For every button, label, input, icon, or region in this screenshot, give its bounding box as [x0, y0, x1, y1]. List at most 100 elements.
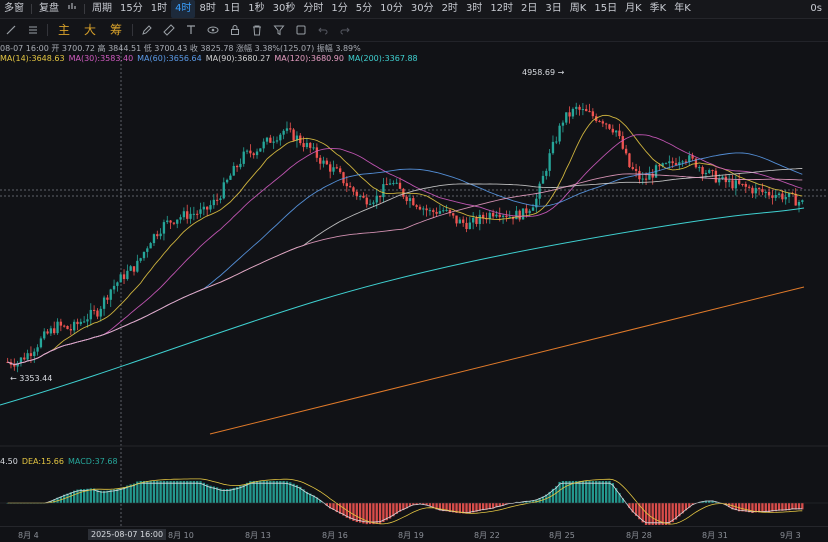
- macd-bar: [664, 503, 668, 525]
- x-tick-label: 8月 13: [245, 531, 271, 540]
- candle-body: [209, 205, 212, 210]
- lock-icon[interactable]: [224, 19, 246, 41]
- candle-body: [289, 128, 292, 130]
- macd-bar: [368, 503, 372, 525]
- x-tick-label: 8月 19: [398, 531, 424, 540]
- period-10[interactable]: 30秒: [269, 0, 300, 18]
- chart-type-icon[interactable]: [63, 0, 81, 18]
- macd-bar: [186, 481, 189, 503]
- period-15[interactable]: 30分: [407, 0, 438, 18]
- period-3[interactable]: 周期: [88, 0, 116, 18]
- period-13[interactable]: 5分: [352, 0, 376, 18]
- candle-body: [428, 210, 432, 212]
- period-19[interactable]: 2日: [517, 0, 541, 18]
- macd-bar: [159, 481, 162, 503]
- candle-body: [774, 195, 777, 198]
- x-tick-label: 8月 22: [474, 531, 500, 540]
- candle-body: [82, 321, 86, 323]
- period-21[interactable]: 周K: [566, 0, 591, 18]
- period-20[interactable]: 3日: [541, 0, 565, 18]
- candle-body: [252, 153, 255, 156]
- eye-icon[interactable]: [202, 19, 224, 41]
- period-22[interactable]: 15日: [590, 0, 621, 18]
- pencil-icon[interactable]: [136, 19, 158, 41]
- tab-main[interactable]: 主: [51, 19, 77, 41]
- period-5[interactable]: 1时: [147, 0, 171, 18]
- macd-bar: [668, 503, 671, 525]
- period-0[interactable]: 多窗: [0, 0, 28, 18]
- macd-bar: [462, 503, 465, 514]
- candle-body: [368, 203, 372, 205]
- line-tool-icon[interactable]: [0, 19, 22, 41]
- period-17[interactable]: 3时: [462, 0, 486, 18]
- low-marker-label: ← 3353.44: [10, 374, 53, 383]
- period-8[interactable]: 1日: [220, 0, 244, 18]
- undo-icon[interactable]: [312, 19, 334, 41]
- candle-body: [332, 167, 335, 172]
- candle-body: [72, 321, 76, 331]
- macd-bar: [99, 490, 102, 503]
- macd-bar: [608, 481, 611, 503]
- period-24[interactable]: 季K: [646, 0, 671, 18]
- macd-bar: [219, 488, 222, 503]
- macd-bar: [182, 481, 186, 503]
- period-9[interactable]: 1秒: [244, 0, 268, 18]
- candle-body: [225, 179, 229, 183]
- candle-body: [708, 170, 711, 173]
- redo-icon[interactable]: [334, 19, 356, 41]
- period-25[interactable]: 年K: [670, 0, 695, 18]
- period-7[interactable]: 8时: [195, 0, 219, 18]
- candle-body: [438, 211, 442, 214]
- candle-body: [515, 210, 518, 220]
- x-tick-label: 8月 25: [549, 531, 575, 540]
- funnel-icon[interactable]: [268, 19, 290, 41]
- tab-big[interactable]: 大: [77, 19, 103, 41]
- candle-body: [711, 170, 714, 172]
- candle-body: [182, 211, 186, 218]
- menu-icon[interactable]: [22, 19, 44, 41]
- period-1[interactable]: 复盘: [35, 0, 63, 18]
- candle-body: [255, 151, 259, 156]
- candle-body: [358, 195, 362, 197]
- period-16[interactable]: 2时: [438, 0, 462, 18]
- tab-chips[interactable]: 筹: [103, 19, 129, 41]
- candle-body: [425, 208, 428, 211]
- candle-body: [39, 338, 43, 348]
- macd-legend: 4.50 DEA:15.66 MACD:37.68: [0, 457, 122, 466]
- macd-bar: [601, 481, 605, 503]
- period-4[interactable]: 15分: [116, 0, 147, 18]
- candle-body: [106, 297, 109, 300]
- candle-body: [538, 183, 541, 199]
- candle-body: [222, 182, 225, 199]
- period-6[interactable]: 4时: [171, 0, 196, 18]
- ruler-icon[interactable]: [158, 19, 180, 41]
- macd-bar: [591, 481, 595, 503]
- candle-body: [614, 130, 618, 133]
- candle-body: [531, 207, 535, 211]
- ma-label: MA(30):3583.40: [68, 54, 134, 63]
- period-23[interactable]: 月K: [621, 0, 646, 18]
- period-18[interactable]: 12时: [486, 0, 517, 18]
- macd-bar: [757, 503, 761, 513]
- text-icon[interactable]: [180, 19, 202, 41]
- candle-body: [611, 128, 614, 133]
- candle-body: [741, 183, 744, 185]
- candle-body: [126, 270, 129, 280]
- price-chart[interactable]: [0, 0, 828, 541]
- candle-body: [608, 124, 611, 129]
- candle-body: [342, 172, 345, 184]
- candle-body: [345, 183, 348, 187]
- candle-body: [405, 196, 408, 202]
- copy-icon[interactable]: [290, 19, 312, 41]
- macd-bar: [202, 482, 206, 503]
- candle-body: [192, 213, 196, 215]
- macd-bar: [259, 481, 262, 503]
- candle-body: [634, 168, 638, 171]
- macd-bar: [235, 486, 239, 503]
- period-14[interactable]: 10分: [376, 0, 407, 18]
- period-12[interactable]: 1分: [327, 0, 351, 18]
- macd-bar: [96, 489, 99, 503]
- period-11[interactable]: 分时: [299, 0, 327, 18]
- trash-icon[interactable]: [246, 19, 268, 41]
- candle-body: [382, 184, 385, 198]
